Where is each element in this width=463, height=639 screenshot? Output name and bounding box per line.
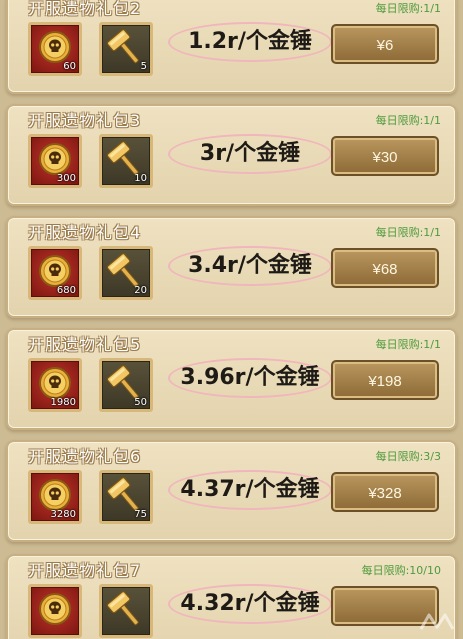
gift-pack-list[interactable]: 开服遗物礼包2 每日限购:1/1 60 5 1.2r/个金锤 ¥6 开服遗物礼包…: [0, 0, 463, 639]
hammer-item-slot[interactable]: 20: [99, 246, 153, 300]
pack-title: 开服遗物礼包5: [28, 335, 142, 354]
unit-price-annotation: 3r/个金锤: [170, 136, 330, 172]
gift-pack-card: 开服遗物礼包7 每日限购:10/10 4.32r/个金锤: [6, 554, 457, 639]
unit-price-annotation: 1.2r/个金锤: [170, 24, 330, 60]
unit-price-annotation: 4.32r/个金锤: [170, 586, 330, 622]
daily-limit: 每日限购:1/1: [375, 114, 441, 127]
hammer-item-slot[interactable]: [99, 584, 153, 638]
pack-title: 开服遗物礼包7: [28, 561, 142, 580]
hammer-item-slot[interactable]: 50: [99, 358, 153, 412]
unit-price-annotation: 3.96r/个金锤: [170, 360, 330, 396]
daily-limit: 每日限购:1/1: [375, 2, 441, 15]
gift-pack-card: 开服遗物礼包5 每日限购:1/1 1980 50 3.96r/个金锤 ¥198: [6, 328, 457, 430]
unit-price-annotation: 4.37r/个金锤: [170, 472, 330, 508]
skull-coin-icon: [39, 593, 71, 625]
daily-limit: 每日限购:1/1: [375, 338, 441, 351]
coin-quantity: 1980: [50, 397, 76, 408]
coin-quantity: 680: [56, 285, 76, 296]
gift-pack-card: 开服遗物礼包4 每日限购:1/1 680 20 3.4r/个金锤 ¥68: [6, 216, 457, 318]
pack-title: 开服遗物礼包3: [28, 111, 142, 130]
buy-button[interactable]: ¥30: [331, 136, 439, 176]
coin-item-slot[interactable]: 3280: [28, 470, 82, 524]
coin-quantity: 3280: [50, 509, 76, 520]
coin-item-slot[interactable]: 1980: [28, 358, 82, 412]
hammer-item-slot[interactable]: 5: [99, 22, 153, 76]
buy-button[interactable]: ¥198: [331, 360, 439, 400]
hammer-quantity: 5: [140, 61, 147, 72]
hammer-item-slot[interactable]: 10: [99, 134, 153, 188]
pack-title: 开服遗物礼包4: [28, 223, 142, 242]
hammer-item-slot[interactable]: 75: [99, 470, 153, 524]
hammer-quantity: 20: [134, 285, 147, 296]
buy-button[interactable]: ¥68: [331, 248, 439, 288]
golden-hammer-icon: [106, 591, 139, 626]
gift-pack-card: 开服遗物礼包6 每日限购:3/3 3280 75 4.37r/个金锤 ¥328: [6, 440, 457, 542]
coin-item-slot[interactable]: 60: [28, 22, 82, 76]
pack-title: 开服遗物礼包6: [28, 447, 142, 466]
daily-limit: 每日限购:10/10: [361, 564, 441, 577]
gift-pack-card: 开服遗物礼包2 每日限购:1/1 60 5 1.2r/个金锤 ¥6: [6, 0, 457, 94]
coin-quantity: 60: [63, 61, 76, 72]
coin-quantity: 300: [56, 173, 76, 184]
coin-item-slot[interactable]: 300: [28, 134, 82, 188]
hammer-quantity: 50: [134, 397, 147, 408]
hammer-quantity: 75: [134, 509, 147, 520]
unit-price-annotation: 3.4r/个金锤: [170, 248, 330, 284]
hammer-quantity: 10: [134, 173, 147, 184]
daily-limit: 每日限购:3/3: [375, 450, 441, 463]
coin-item-slot[interactable]: [28, 584, 82, 638]
watermark-logo-icon: [419, 613, 455, 630]
coin-item-slot[interactable]: 680: [28, 246, 82, 300]
buy-button[interactable]: ¥6: [331, 24, 439, 64]
pack-title: 开服遗物礼包2: [28, 0, 142, 18]
gift-pack-card: 开服遗物礼包3 每日限购:1/1 300 10 3r/个金锤 ¥30: [6, 104, 457, 206]
buy-button[interactable]: ¥328: [331, 472, 439, 512]
daily-limit: 每日限购:1/1: [375, 226, 441, 239]
